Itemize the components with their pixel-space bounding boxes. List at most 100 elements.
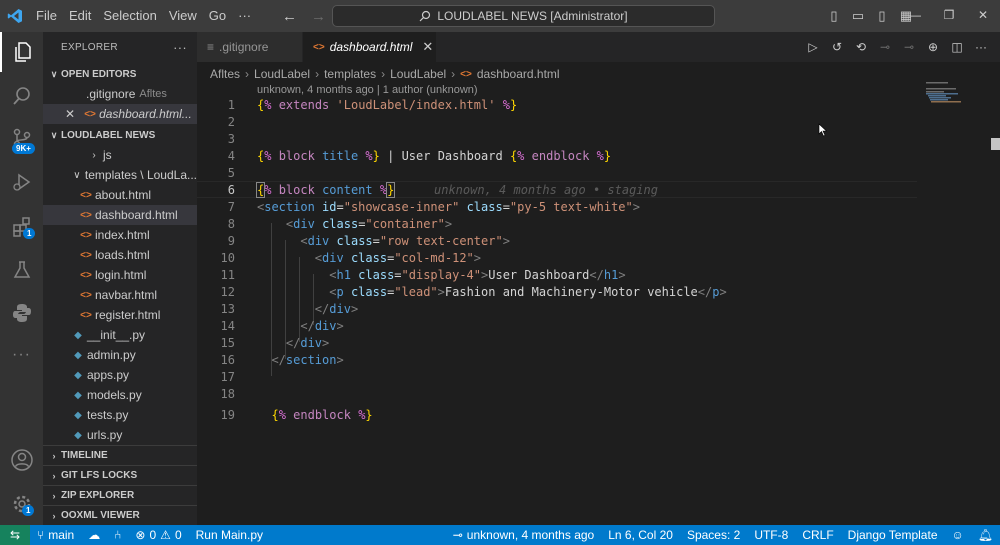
ooxml-viewer-section[interactable]: › OOXML VIEWER <box>43 505 197 525</box>
tab-gitignore[interactable]: ≡ .gitignore <box>197 32 303 62</box>
menu-more[interactable]: ··· <box>232 0 257 32</box>
code-line: 10 <div class="col-md-12"> <box>197 249 917 266</box>
html-file-icon: <> <box>80 309 92 321</box>
file-init-py[interactable]: ◆ __init__.py <box>43 325 197 345</box>
testing-flask-icon[interactable] <box>0 250 43 290</box>
feedback-icon[interactable]: ☺ <box>945 528 971 542</box>
file-register-html[interactable]: <> register.html <box>43 305 197 325</box>
file-name: register.html <box>95 308 161 322</box>
back-arrow-icon[interactable]: ← <box>282 8 297 25</box>
indentation[interactable]: Spaces: 2 <box>680 528 747 542</box>
file-name: urls.py <box>87 428 123 442</box>
remote-indicator-icon[interactable]: ⇆ <box>0 525 30 545</box>
timeline-section[interactable]: › TIMELINE <box>43 445 197 465</box>
open-editors-section[interactable]: ∨ OPEN EDITORS <box>43 64 197 84</box>
minimize-icon[interactable]: — <box>898 0 932 32</box>
command-center-search[interactable]: LOUDLABEL NEWS [Administrator] <box>332 5 715 27</box>
menu-go[interactable]: Go <box>203 0 232 32</box>
cursor-position[interactable]: Ln 6, Col 20 <box>601 528 680 542</box>
menu-edit[interactable]: Edit <box>63 0 97 32</box>
line-number: 1 <box>227 97 235 112</box>
explorer-more-icon[interactable]: ··· <box>173 40 187 55</box>
file-login-html[interactable]: <> login.html <box>43 265 197 285</box>
git-compare-icon[interactable]: ⟲ <box>850 40 872 54</box>
cloud-sync-icon: ☁ <box>88 528 101 542</box>
next-change-icon[interactable]: ⊸ <box>898 40 920 54</box>
git-graph-status[interactable]: ⑃ <box>107 528 128 542</box>
language-mode[interactable]: Django Template <box>841 528 945 542</box>
minimap[interactable] <box>922 80 992 120</box>
file-name: apps.py <box>87 368 130 382</box>
code-line: 14 </div> <box>197 317 917 334</box>
zip-explorer-section[interactable]: › ZIP EXPLORER <box>43 485 197 505</box>
code-line: 4 {% block title %} | User Dashboard {% … <box>197 147 917 164</box>
menu-file[interactable]: File <box>30 0 63 32</box>
sync-status[interactable]: ☁ <box>81 528 107 542</box>
blame-status[interactable]: ⊸ unknown, 4 months ago <box>446 528 601 542</box>
more-actions-icon[interactable]: ··· <box>970 40 992 54</box>
file-dashboard-html[interactable]: <> dashboard.html <box>43 205 197 225</box>
search-icon[interactable] <box>0 76 43 116</box>
line-number: 2 <box>227 114 235 129</box>
problems-status[interactable]: ⊗ 0 ⚠ 0 <box>128 528 188 542</box>
account-icon[interactable] <box>0 440 43 480</box>
code-line: 3 <box>197 130 917 147</box>
file-navbar-html[interactable]: <> navbar.html <box>43 285 197 305</box>
file-models-py[interactable]: ◆ models.py <box>43 385 197 405</box>
chevron-right-icon: › <box>52 510 56 521</box>
file-urls-py[interactable]: ◆ urls.py <box>43 425 197 445</box>
file-admin-py[interactable]: ◆ admin.py <box>43 345 197 365</box>
notifications-bell-icon[interactable]: 🔔︎ <box>971 528 1000 542</box>
breadcrumb-item[interactable]: LoudLabel <box>254 67 310 81</box>
line-number: 10 <box>220 250 235 265</box>
forward-arrow-icon[interactable]: → <box>311 8 326 25</box>
toggle-panel-icon[interactable]: ▭ <box>846 8 870 24</box>
run-main-status[interactable]: Run Main.py <box>189 528 270 542</box>
run-icon[interactable]: ▷ <box>802 40 824 54</box>
file-index-html[interactable]: <> index.html <box>43 225 197 245</box>
toggle-sidebar-icon[interactable]: ▯ <box>822 8 846 24</box>
menu-selection[interactable]: Selection <box>97 0 162 32</box>
file-name: dashboard.html <box>95 208 178 222</box>
open-changes-icon[interactable]: ⊕ <box>922 40 944 54</box>
explorer-icon[interactable] <box>0 32 43 72</box>
codelens-blame[interactable]: unknown, 4 months ago | 1 author (unknow… <box>257 84 478 96</box>
folder-js[interactable]: › js <box>43 145 197 165</box>
project-section[interactable]: ∨ LOUDLABEL NEWS <box>43 125 197 145</box>
open-editor-gitignore[interactable]: .gitignore Afltes <box>43 84 197 104</box>
file-loads-html[interactable]: <> loads.html <box>43 245 197 265</box>
file-tests-py[interactable]: ◆ tests.py <box>43 405 197 425</box>
toggle-secondary-sidebar-icon[interactable]: ▯ <box>870 8 894 24</box>
html-file-icon: <> <box>80 229 92 241</box>
git-lfs-locks-section[interactable]: › GIT LFS LOCKS <box>43 465 197 485</box>
extensions-icon[interactable] <box>0 207 43 247</box>
settings-gear-icon[interactable] <box>0 484 43 524</box>
close-icon[interactable]: ✕ <box>65 107 75 121</box>
breadcrumb-item[interactable]: LoudLabel <box>390 67 446 81</box>
split-editor-icon[interactable]: ◫ <box>946 40 968 54</box>
file-about-html[interactable]: <> about.html <box>43 185 197 205</box>
breadcrumb-item[interactable]: Afltes <box>210 67 240 81</box>
file-apps-py[interactable]: ◆ apps.py <box>43 365 197 385</box>
close-window-icon[interactable]: ✕ <box>966 0 1000 32</box>
folder-templates[interactable]: ∨ templates \ LoudLa... <box>43 165 197 185</box>
more-views-icon[interactable]: ··· <box>0 335 43 375</box>
menu-view[interactable]: View <box>163 0 203 32</box>
git-graph-icon: ⑃ <box>114 528 122 542</box>
activity-bar: 9K+ 1 ··· 1 <box>0 32 43 525</box>
tab-dashboard[interactable]: <> dashboard.html ✕ <box>303 32 437 62</box>
run-debug-icon[interactable] <box>0 162 43 202</box>
breadcrumb-item[interactable]: templates <box>324 67 376 81</box>
scrollbar-marker[interactable] <box>991 138 1000 150</box>
encoding[interactable]: UTF-8 <box>747 528 795 542</box>
line-number: 19 <box>220 407 235 422</box>
end-of-line[interactable]: CRLF <box>795 528 840 542</box>
python-icon[interactable] <box>0 293 43 333</box>
timeline-history-icon[interactable]: ↺ <box>826 40 848 54</box>
close-tab-icon[interactable]: ✕ <box>422 39 433 55</box>
restore-icon[interactable]: ❐ <box>932 0 966 32</box>
branch-status[interactable]: ⑂ main <box>30 528 81 542</box>
breadcrumb-item[interactable]: dashboard.html <box>477 67 560 81</box>
previous-change-icon[interactable]: ⊸ <box>874 40 896 54</box>
open-editor-dashboard[interactable]: ✕ <> dashboard.html... <box>43 104 197 124</box>
